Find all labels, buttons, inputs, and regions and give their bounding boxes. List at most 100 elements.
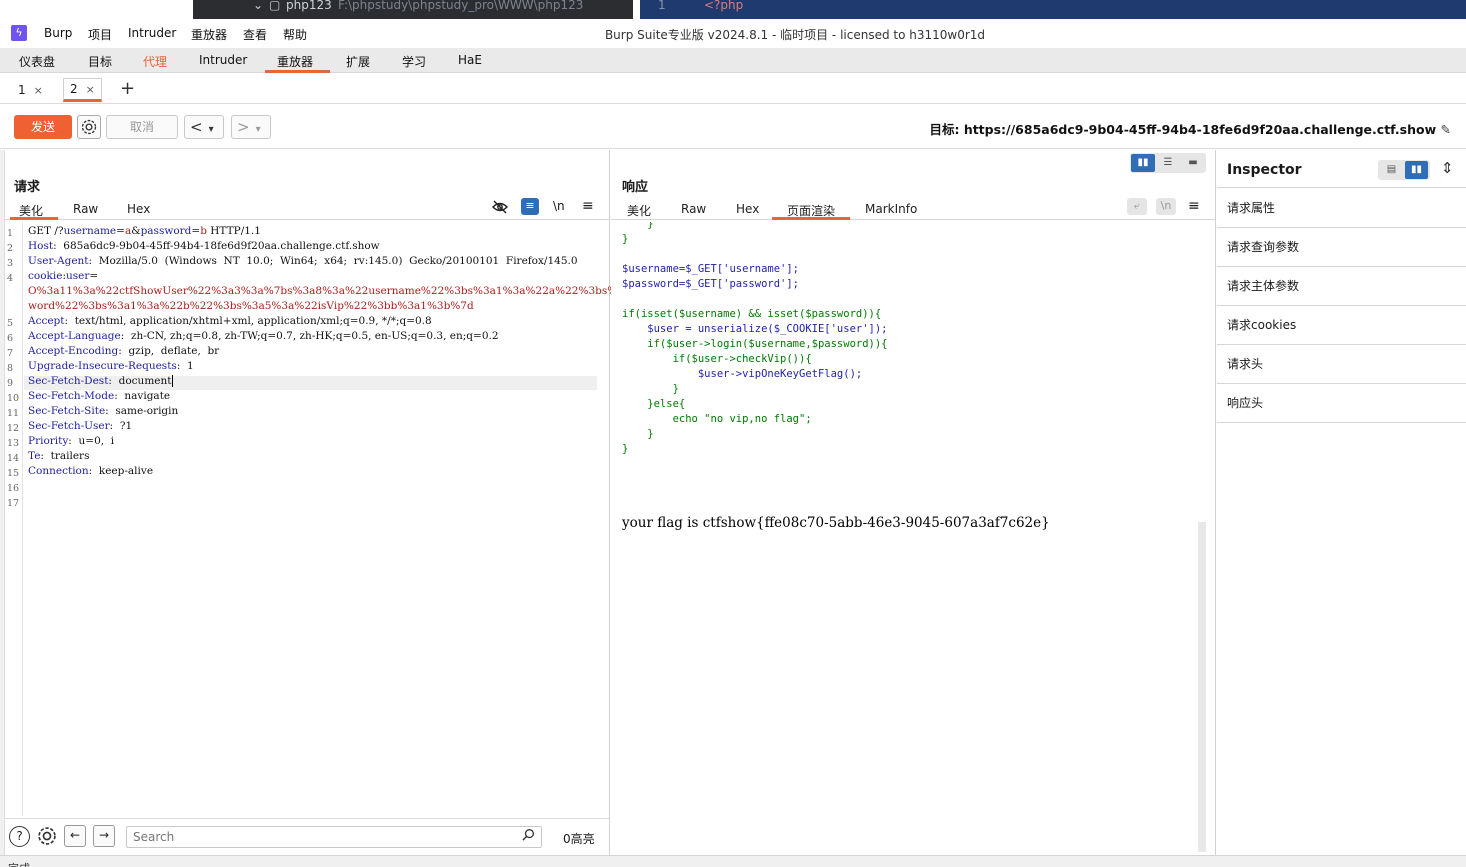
search-input[interactable] xyxy=(133,830,513,844)
repeater-tab-1[interactable]: 1 × xyxy=(11,78,50,102)
response-tab-markinfo[interactable]: MarkInfo xyxy=(865,202,917,216)
line-number: 1 xyxy=(658,0,666,12)
layout-tabs-icon[interactable]: ▬ xyxy=(1181,154,1205,172)
tab-learn[interactable]: 学习 xyxy=(402,53,426,70)
wrap-icon[interactable]: ≡ xyxy=(521,198,539,215)
add-tab-button[interactable]: + xyxy=(120,78,135,99)
chevron-down-icon[interactable]: ▾ xyxy=(209,124,214,135)
header-line: Host: 685a6dc9-9b04-45ff-94b4-18fe6d9f20… xyxy=(28,240,380,252)
response-view-tabs: 美化 Raw Hex 页面渲染 MarkInfo ⤶ \n ≡ xyxy=(611,198,1215,220)
cookie-value-line: word%22%3bs%3a1%3a%22b%22%3bs%3a5%3a%22i… xyxy=(28,300,474,312)
code-line: $user->vipOneKeyGetFlag(); xyxy=(622,368,863,380)
arrow-left-icon[interactable]: ← xyxy=(64,825,86,847)
repeater-tab-2[interactable]: 2 × xyxy=(63,78,102,102)
line-number: 8 xyxy=(7,363,14,374)
wrap-icon[interactable]: ⤶ xyxy=(1127,198,1147,215)
request-tab-hex[interactable]: Hex xyxy=(127,202,150,216)
layout-side-by-side-icon[interactable]: ▮▮ xyxy=(1131,154,1155,172)
header-line: User-Agent: Mozilla/5.0 (Windows NT 10.0… xyxy=(28,255,578,267)
request-tab-raw[interactable]: Raw xyxy=(73,202,98,216)
line-number-gutter: 1 2 3 4 5 6 7 8 9 10 11 12 13 14 15 16 1… xyxy=(5,222,23,816)
layout-stacked-icon[interactable]: ☰ xyxy=(1156,154,1180,172)
response-tab-hex[interactable]: Hex xyxy=(736,202,759,216)
request-editor[interactable]: 1 2 3 4 5 6 7 8 9 10 11 12 13 14 15 16 1… xyxy=(5,222,707,816)
settings-icon[interactable] xyxy=(36,825,58,850)
line-number: 11 xyxy=(7,408,20,419)
response-tab-pretty[interactable]: 美化 xyxy=(627,202,651,219)
main-tabs: 仪表盘 目标 代理 Intruder 重放器 扩展 学习 HaE xyxy=(0,48,1466,73)
close-icon[interactable]: × xyxy=(86,83,95,96)
menu-icon[interactable]: ≡ xyxy=(1188,198,1200,214)
active-tab-indicator xyxy=(10,217,58,220)
editor-code-area: 1 <?php xyxy=(640,0,1466,19)
request-search-bar: ? ← → 0高亮 xyxy=(5,818,609,854)
help-icon[interactable]: ? xyxy=(9,826,30,847)
cookie-line: cookie:user= xyxy=(28,270,99,282)
line-number: 2 xyxy=(7,243,14,254)
history-forward-button[interactable]: > ▾ xyxy=(231,115,271,139)
tab-repeater[interactable]: 重放器 xyxy=(277,53,313,70)
request-line: GET /?username=a&password=b HTTP/1.1 xyxy=(28,225,261,237)
edit-icon[interactable]: ✎ xyxy=(1441,122,1451,137)
arrow-left-icon: < xyxy=(190,118,203,136)
response-scrollbar[interactable] xyxy=(1198,522,1206,852)
search-icon[interactable] xyxy=(522,827,535,847)
response-tab-raw[interactable]: Raw xyxy=(681,202,706,216)
code-line: $username=$_GET['username']; xyxy=(622,263,800,275)
repeater-tabs: 1 × 2 × + xyxy=(0,74,1466,104)
eye-off-icon[interactable] xyxy=(492,199,508,218)
request-toolbar: 发送 取消 < ▾ > ▾ 目标: https://685a6dc9-9b04-45… xyxy=(0,105,1466,149)
inspector-section-query-params[interactable]: 请求查询参数 xyxy=(1217,228,1466,267)
inspector-section-response-headers[interactable]: 响应头 xyxy=(1217,384,1466,423)
list-icon[interactable]: ▤ xyxy=(1380,161,1403,179)
header-line: Sec-Fetch-Mode: navigate xyxy=(28,390,171,402)
header-line: Sec-Fetch-User: ?1 xyxy=(28,420,133,432)
inspector-section-request-headers[interactable]: 请求头 xyxy=(1217,345,1466,384)
collapse-icon[interactable]: ⇕ xyxy=(1441,159,1454,177)
code-line: } xyxy=(622,222,654,230)
search-field[interactable] xyxy=(126,826,542,848)
header-line: Sec-Fetch-Site: same-origin xyxy=(28,405,179,417)
tab-extensions[interactable]: 扩展 xyxy=(346,53,370,70)
flag-text: your flag is ctfshow{ffe08c70-5abb-46e3-… xyxy=(622,515,1050,531)
arrow-right-icon[interactable]: → xyxy=(93,825,115,847)
target-url[interactable]: 目标: https://685a6dc9-9b04-45ff-94b4-18fe… xyxy=(929,119,1451,138)
panel-icon[interactable]: ▮▮ xyxy=(1405,161,1428,179)
newline-icon[interactable]: \n xyxy=(1156,198,1176,215)
send-button[interactable]: 发送 xyxy=(14,115,72,139)
response-pane: ▮▮ ☰ ▬ 响应 美化 Raw Hex 页面渲染 MarkInfo ⤶ \n … xyxy=(611,150,1216,855)
request-title: 请求 xyxy=(14,180,41,195)
code-line: if($user->login($username,$password)){ xyxy=(622,338,888,350)
inspector-layout-toggle: ▤ ▮▮ xyxy=(1378,160,1430,180)
menu-icon[interactable]: ≡ xyxy=(582,198,594,214)
tab-proxy[interactable]: 代理 xyxy=(143,53,167,70)
request-pane: 请求 美化 Raw Hex ≡ \n ≡ 1 2 3 4 5 6 7 8 9 1… xyxy=(5,150,707,855)
line-number: 5 xyxy=(7,318,14,329)
code-line: } xyxy=(622,443,629,455)
inspector-section-body-params[interactable]: 请求主体参数 xyxy=(1217,267,1466,306)
close-icon[interactable]: × xyxy=(34,84,43,97)
status-text: 完成 xyxy=(8,860,30,867)
arrow-right-icon: > xyxy=(237,118,250,136)
history-back-button[interactable]: < ▾ xyxy=(184,115,224,139)
inspector-section-cookies[interactable]: 请求cookies xyxy=(1217,306,1466,345)
inspector-section-request-attributes[interactable]: 请求属性 xyxy=(1217,189,1466,228)
tab-dashboard[interactable]: 仪表盘 xyxy=(19,53,55,70)
request-view-tabs: 美化 Raw Hex ≡ \n ≡ xyxy=(5,198,609,220)
header-line: Sec-Fetch-Dest: document xyxy=(28,375,174,387)
tab-hae[interactable]: HaE xyxy=(458,53,482,67)
code-line: if($user->checkVip()){ xyxy=(622,353,812,365)
background-editor-strip: ⌄ ▢ php123 F:\phpstudy\phpstudy_pro\WWW\… xyxy=(0,0,1466,19)
chevron-down-icon[interactable]: ▾ xyxy=(256,124,261,135)
settings-icon[interactable] xyxy=(77,115,101,139)
chevron-down-icon: ⌄ xyxy=(253,0,264,12)
cookie-value-line: O%3a11%3a%22ctfShowUser%22%3a3%3a%7bs%3a… xyxy=(28,285,707,297)
newline-icon[interactable]: \n xyxy=(553,199,565,213)
cancel-button[interactable]: 取消 xyxy=(106,115,178,139)
tab-target[interactable]: 目标 xyxy=(88,53,112,70)
line-number: 3 xyxy=(7,258,14,269)
status-bar: 完成 xyxy=(0,855,1466,867)
tab-intruder[interactable]: Intruder xyxy=(199,53,247,67)
line-number: 15 xyxy=(7,468,20,479)
title-bar: ϟ Burp 项目 Intruder 重放器 查看 帮助 Burp Suite专… xyxy=(0,19,1466,48)
